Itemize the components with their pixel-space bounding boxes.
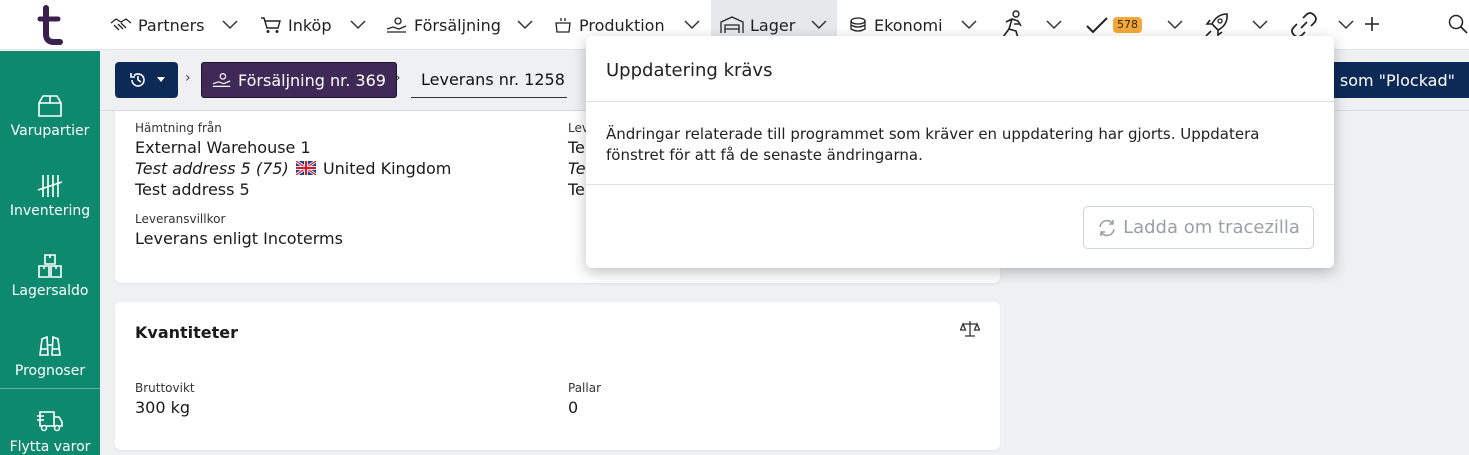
pallets-label: Pallar	[568, 381, 602, 395]
refresh-icon	[1099, 219, 1115, 236]
hand-coin-icon	[212, 73, 231, 87]
quantities-title: Kvantiteter	[135, 323, 239, 342]
chevron-down-icon[interactable]	[1046, 20, 1062, 30]
delivery-terms-value: Leverans enligt Incoterms	[135, 229, 343, 248]
tracezilla-logo[interactable]	[36, 4, 66, 46]
chevron-down-icon[interactable]	[684, 20, 700, 30]
nav-forsaljning[interactable]: Försäljning	[386, 0, 501, 50]
gross-weight-value: 300 kg	[135, 398, 191, 417]
scale-icon[interactable]	[960, 320, 980, 338]
breadcrumb-sale[interactable]: Försäljning nr. 369	[201, 62, 397, 98]
chevron-down-icon[interactable]	[517, 20, 533, 30]
sidebar-item-label: Prognoser	[14, 363, 86, 379]
reload-button[interactable]: Ladda om tracezilla	[1083, 206, 1314, 249]
chevron-down-icon[interactable]	[222, 20, 238, 30]
nav-inkop-label: Inköp	[288, 15, 332, 35]
shopping-cart-icon	[261, 17, 281, 33]
sidebar: Varupartier Inventering Lagersaldo Progn…	[0, 51, 100, 455]
tally-icon	[37, 175, 63, 197]
chevron-down-icon[interactable]	[811, 20, 827, 30]
delivery-to-line1: Te	[568, 138, 585, 157]
breadcrumb-delivery[interactable]: Leverans nr. 1258	[411, 62, 567, 98]
sidebar-item-label: Flytta varor	[9, 439, 91, 455]
pickup-label: Hämtning från	[135, 121, 222, 135]
sidebar-item-inventering[interactable]: Inventering	[0, 147, 100, 227]
dialog-message: Ändringar relaterade till programmet som…	[606, 125, 1260, 164]
cooking-pot-icon	[555, 18, 571, 33]
chevron-down-icon[interactable]	[1252, 20, 1268, 30]
dialog-title: Uppdatering krävs	[606, 60, 773, 81]
update-required-dialog: Uppdatering krävs Ändringar relaterade t…	[586, 36, 1334, 268]
sidebar-item-label: Inventering	[9, 203, 91, 219]
tasks-count-badge: 578	[1113, 17, 1142, 33]
quantities-card: Kvantiteter Bruttovikt 300 kg Pallar 0	[115, 302, 1000, 450]
pickup-country: United Kingdom	[322, 159, 452, 178]
sidebar-item-varupartier[interactable]: Varupartier	[0, 67, 100, 147]
sidebar-item-label: Lagersaldo	[11, 283, 89, 299]
delivery-truck-icon	[37, 411, 63, 432]
breadcrumb-delivery-label: Leverans nr. 1258	[421, 70, 565, 89]
sidebar-item-prognoser[interactable]: Prognoser	[0, 307, 100, 387]
nav-inkop[interactable]: Inköp	[260, 0, 332, 50]
nav-ekonomi-label: Ekonomi	[874, 15, 943, 35]
nav-lager-label: Lager	[750, 15, 796, 35]
history-dropdown-button[interactable]	[115, 62, 178, 98]
nav-produktion-label: Produktion	[579, 15, 665, 35]
chevron-down-icon[interactable]	[350, 20, 366, 30]
caret-down-icon	[156, 77, 165, 82]
pickup-address: Test address 5	[135, 180, 250, 199]
chevron-down-icon[interactable]	[961, 20, 977, 30]
pickup-address-line: Test address 5 (75) United Kingdom	[135, 159, 451, 178]
chevron-down-icon[interactable]	[1167, 20, 1183, 30]
warehouse-icon	[720, 16, 744, 33]
rocket-icon[interactable]	[1203, 11, 1231, 39]
dialog-divider	[586, 101, 1334, 102]
chevron-right-icon: ›	[185, 70, 191, 86]
sidebar-item-lagersaldo[interactable]: Lagersaldo	[0, 227, 100, 307]
box-icon	[38, 95, 62, 117]
pickup-address-italic: Test address 5 (75)	[135, 159, 289, 178]
chevron-down-icon[interactable]	[1338, 20, 1354, 30]
hand-coin-icon	[386, 17, 407, 33]
gross-weight-label: Bruttovikt	[135, 381, 195, 395]
plus-icon[interactable]	[1364, 16, 1380, 32]
checkmark-icon	[1086, 17, 1108, 34]
delivery-to-line3: Te	[568, 180, 585, 199]
stacked-boxes-icon	[38, 254, 62, 278]
mark-as-picked-button[interactable]: a som "Plockad"	[1322, 62, 1469, 98]
delivery-to-line2: Te	[568, 159, 586, 178]
delivery-terms-label: Leveransvillkor	[135, 212, 226, 226]
nav-partners[interactable]: Partners	[110, 0, 204, 50]
pallets-value: 0	[568, 398, 579, 417]
handshake-icon	[110, 18, 132, 31]
coins-icon	[850, 17, 866, 32]
pickup-warehouse: External Warehouse 1	[135, 138, 311, 157]
nav-forsaljning-label: Försäljning	[414, 15, 501, 35]
search-icon[interactable]	[1448, 14, 1468, 34]
breadcrumb-sale-label: Försäljning nr. 369	[238, 70, 386, 90]
uk-flag-icon	[295, 161, 316, 175]
nav-partners-label: Partners	[138, 15, 205, 35]
binoculars-icon	[39, 335, 61, 356]
chevron-right-icon: ›	[395, 70, 401, 86]
dialog-divider	[586, 184, 1334, 185]
sidebar-item-flytta-varor[interactable]: Flytta varor	[0, 389, 100, 455]
reload-button-label: Ladda om tracezilla	[1123, 217, 1300, 238]
link-icon[interactable]	[1290, 11, 1318, 39]
history-icon	[129, 73, 145, 87]
sidebar-item-label: Varupartier	[10, 123, 90, 139]
